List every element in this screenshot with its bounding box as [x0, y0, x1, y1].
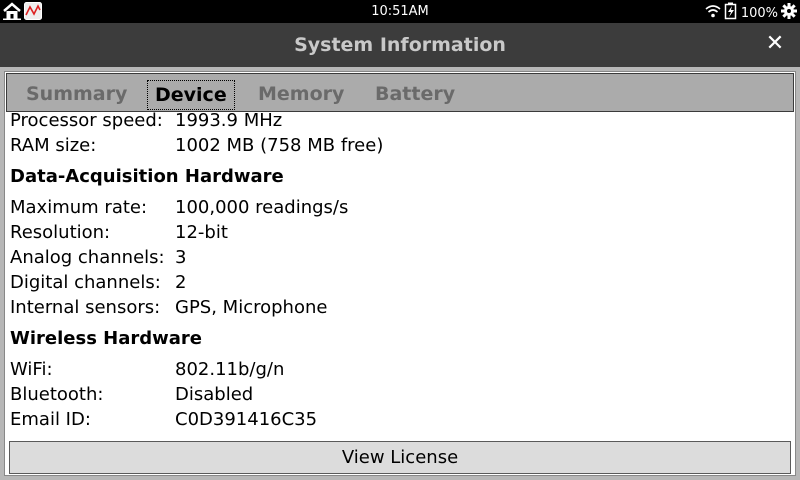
close-button[interactable]: ✕: [764, 33, 786, 55]
info-value: C0D391416C35: [175, 409, 318, 430]
tab-summary[interactable]: Summary: [26, 80, 127, 110]
status-bar: 10:51AM 100%: [0, 0, 800, 23]
info-label: Resolution:: [10, 222, 111, 243]
battery-percent: 100%: [740, 5, 778, 21]
info-label: Maximum rate:: [10, 197, 148, 218]
info-value: 100,000 readings/s: [175, 197, 349, 218]
info-label: Processor speed:: [10, 110, 163, 131]
tab-strip: Summary Device Memory Battery: [6, 73, 794, 112]
info-label: Digital channels:: [10, 272, 161, 293]
info-label: Bluetooth:: [10, 384, 104, 405]
title-bar: System Information ✕: [0, 23, 800, 67]
section-heading-wireless: Wireless Hardware: [10, 328, 203, 349]
status-time: 10:51AM: [371, 4, 429, 19]
info-value: 12-bit: [175, 222, 228, 243]
wifi-icon: [705, 4, 721, 22]
view-license-button[interactable]: View License: [9, 441, 791, 474]
info-value: Disabled: [175, 384, 254, 405]
info-value: 2: [175, 272, 187, 293]
panel-content: Summary Device Memory Battery Processor …: [4, 71, 796, 476]
window-title: System Information: [294, 34, 506, 56]
info-value: 802.11b/g/n: [175, 359, 285, 380]
info-label: Internal sensors:: [10, 297, 161, 318]
info-label: Analog channels:: [10, 247, 165, 268]
info-value: 1993.9 MHz: [175, 110, 283, 131]
info-label: Email ID:: [10, 409, 91, 430]
battery-charging-icon: [724, 2, 738, 24]
main-panel: Summary Device Memory Battery Processor …: [0, 67, 800, 480]
info-value: GPS, Microphone: [175, 297, 328, 318]
tab-device[interactable]: Device: [147, 80, 235, 110]
status-right-group: 100%: [705, 2, 797, 24]
tab-memory[interactable]: Memory: [258, 80, 344, 110]
tab-battery[interactable]: Battery: [375, 80, 455, 110]
gear-icon[interactable]: [781, 3, 797, 23]
info-label: RAM size:: [10, 135, 97, 156]
info-label: WiFi:: [10, 359, 53, 380]
info-value: 3: [175, 247, 187, 268]
section-heading-daq: Data-Acquisition Hardware: [10, 166, 284, 187]
info-value: 1002 MB (758 MB free): [175, 135, 384, 156]
